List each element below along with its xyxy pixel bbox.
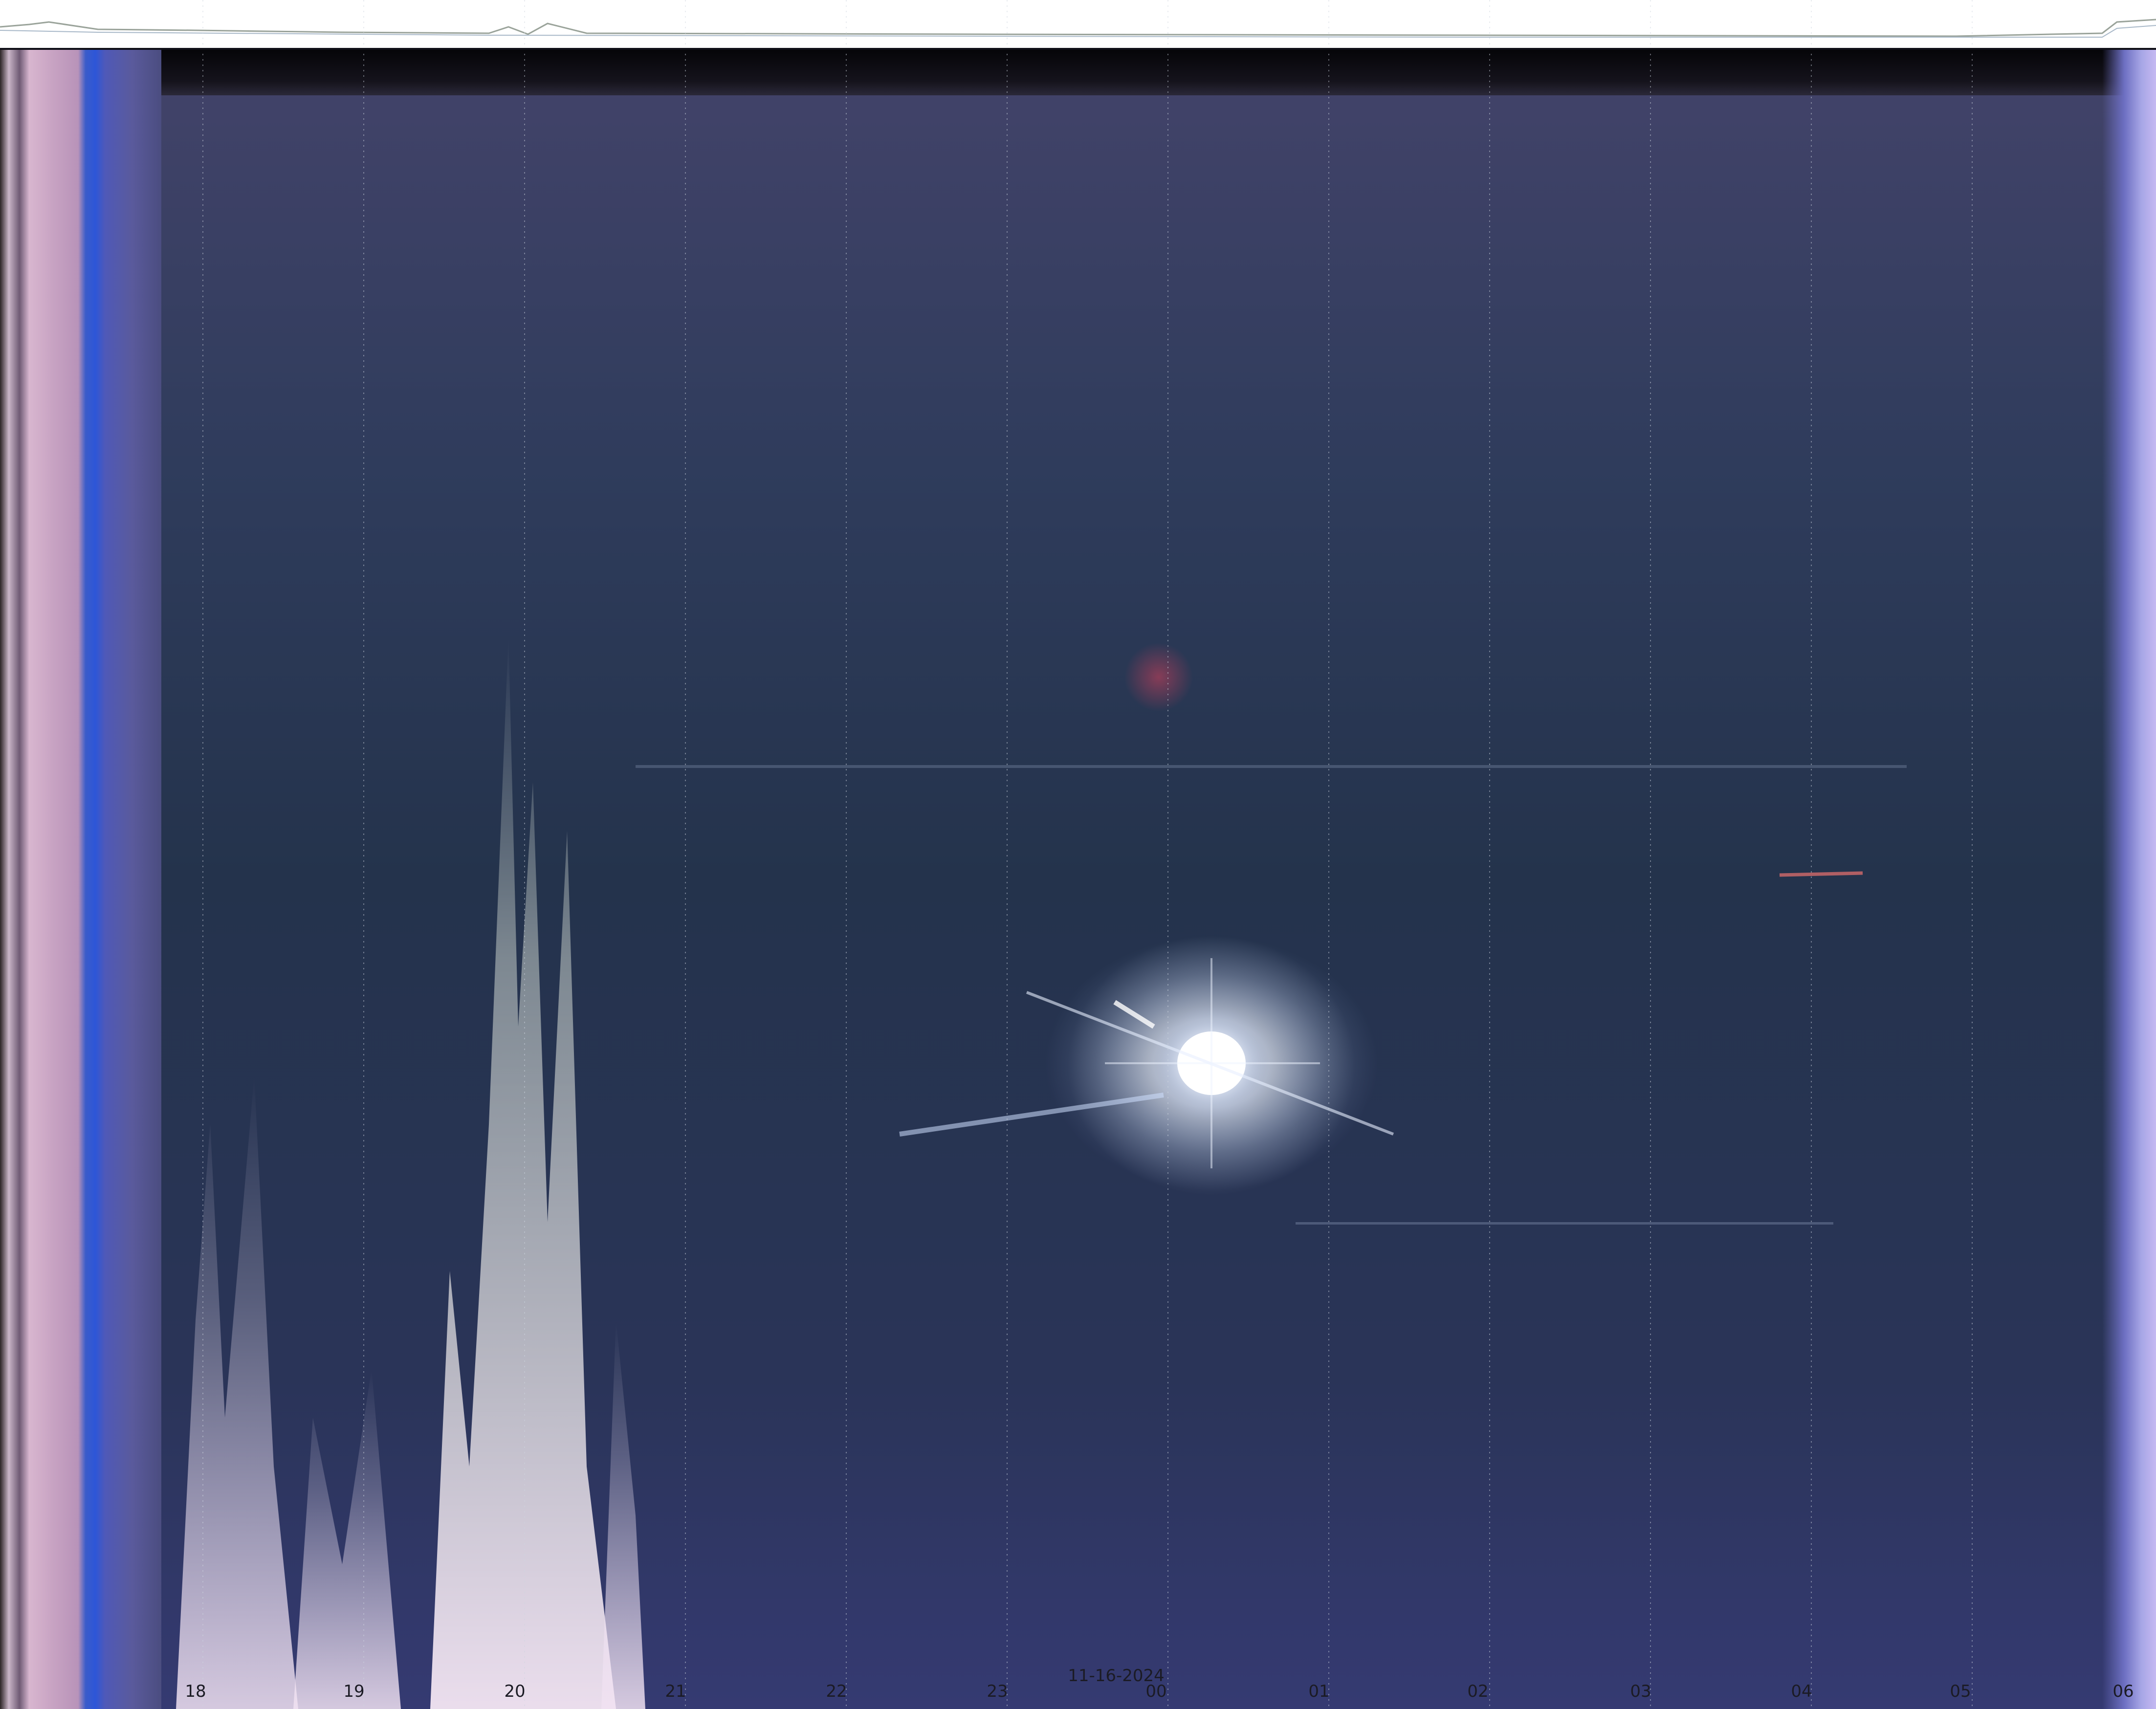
hour-label-21: 21: [665, 1682, 686, 1701]
timeline-overlay: [0, 0, 2156, 1709]
hour-label-23: 23: [987, 1682, 1008, 1701]
hour-label-19: 19: [343, 1682, 365, 1701]
header-divider: [0, 48, 2156, 50]
hour-label-06: 06: [2112, 1682, 2134, 1701]
date-label: 11-16-2024: [1068, 1666, 1165, 1686]
hour-label-04: 04: [1791, 1682, 1812, 1701]
hour-label-05: 05: [1950, 1682, 1971, 1701]
hour-label-03: 03: [1630, 1682, 1651, 1701]
hour-label-01: 01: [1308, 1682, 1330, 1701]
hour-label-18: 18: [185, 1682, 206, 1701]
hour-grid: [202, 0, 1973, 1709]
hour-label-22: 22: [826, 1682, 847, 1701]
hour-label-02: 02: [1467, 1682, 1489, 1701]
hour-label-20: 20: [504, 1682, 526, 1701]
